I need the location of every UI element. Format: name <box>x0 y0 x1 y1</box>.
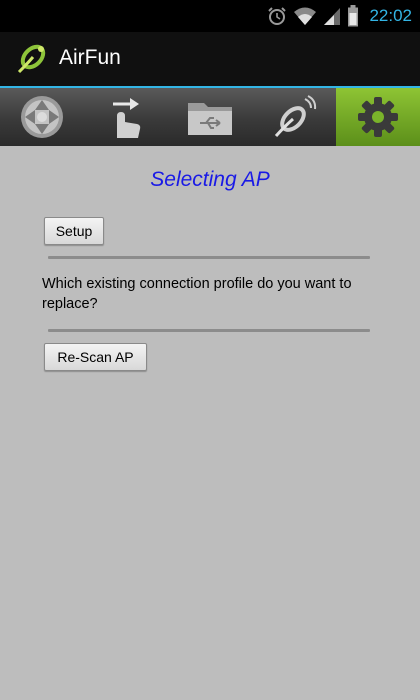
usb-folder-icon <box>188 103 232 135</box>
page-title: Selecting AP <box>150 168 270 191</box>
divider <box>48 329 370 332</box>
status-bar: 22:02 <box>0 0 420 32</box>
airfun-wireless-icon <box>274 95 317 138</box>
tab-file-transfer[interactable] <box>168 88 252 146</box>
touch-gesture-icon <box>113 98 141 138</box>
tab-settings[interactable] <box>336 88 420 146</box>
wifi-icon <box>294 7 317 25</box>
question-text: Which existing connection profile do you… <box>42 276 352 312</box>
setup-button[interactable]: Setup <box>44 217 104 245</box>
airfun-logo-icon[interactable] <box>15 42 49 76</box>
status-icons: 22:02 <box>267 4 412 28</box>
tab-airfun[interactable] <box>252 88 336 146</box>
signal-icon <box>324 8 341 25</box>
alarm-icon <box>268 7 287 25</box>
app-title: AirFun <box>59 46 121 69</box>
gear-icon <box>358 97 398 137</box>
battery-icon <box>348 5 359 27</box>
rescan-ap-button[interactable]: Re-Scan AP <box>44 343 147 371</box>
tab-bar <box>0 86 420 146</box>
dpad-icon <box>21 96 63 138</box>
status-time: 22:02 <box>369 6 412 25</box>
content-area: Selecting AP Setup Which existing connec… <box>0 146 420 700</box>
action-bar: AirFun <box>0 32 420 86</box>
tab-remote-control[interactable] <box>0 88 84 146</box>
tab-touch[interactable] <box>84 88 168 146</box>
divider <box>48 256 370 259</box>
